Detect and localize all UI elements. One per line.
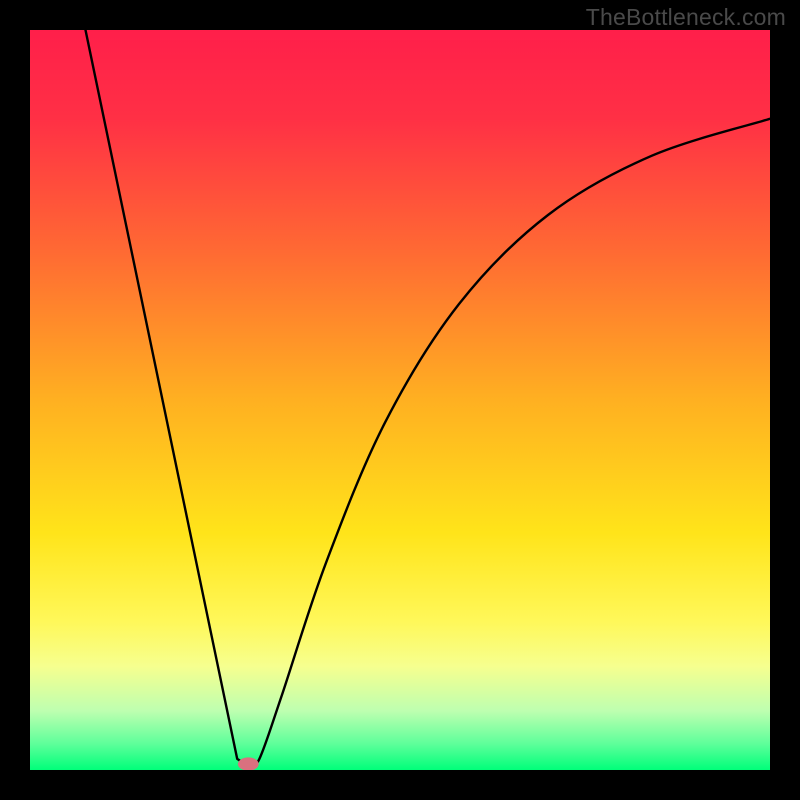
plot-area — [30, 30, 770, 770]
chart-svg — [30, 30, 770, 770]
gradient-background — [30, 30, 770, 770]
watermark-text: TheBottleneck.com — [586, 4, 786, 31]
chart-frame: TheBottleneck.com — [0, 0, 800, 800]
